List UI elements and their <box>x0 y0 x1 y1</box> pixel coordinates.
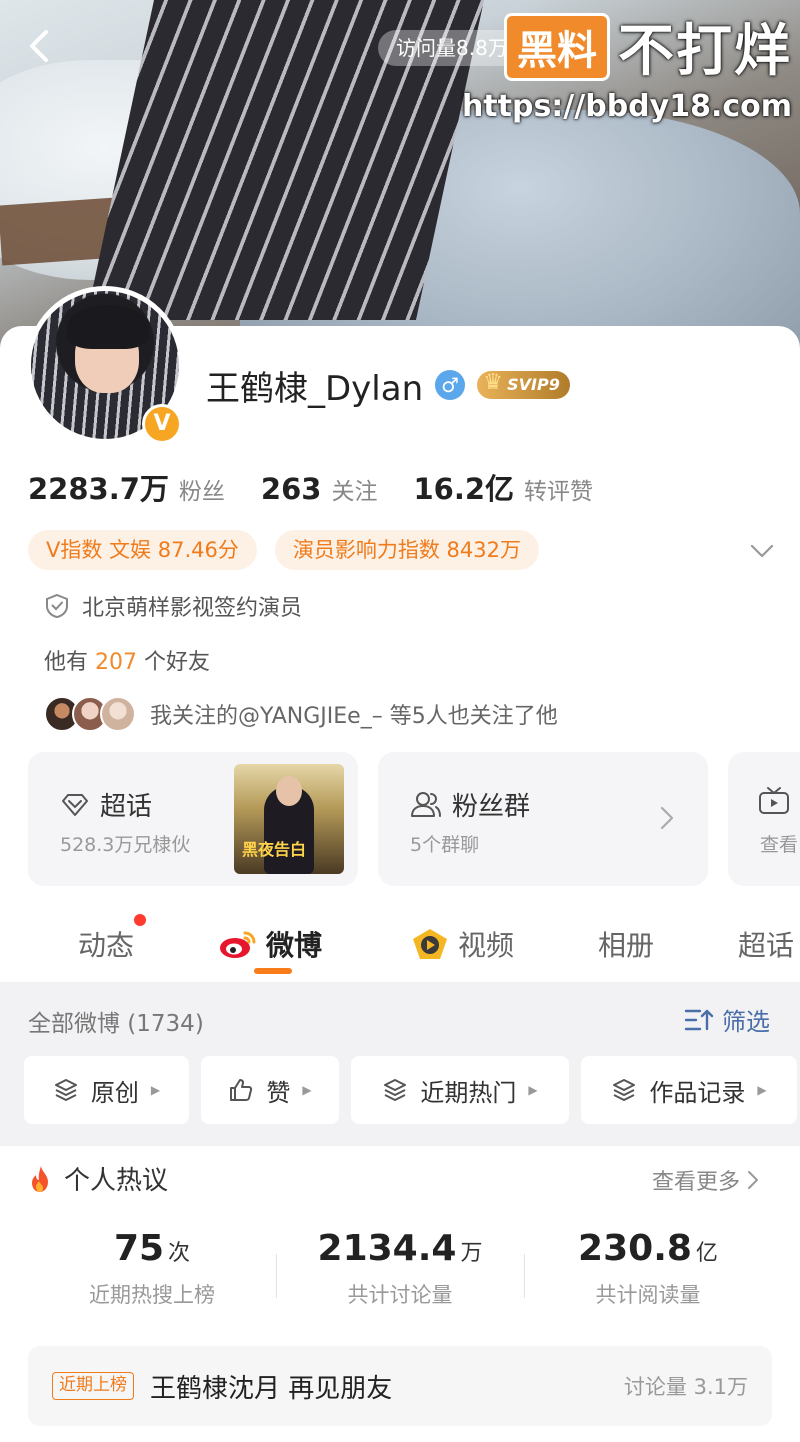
see-more-link[interactable]: 查看更多 <box>652 1164 760 1196</box>
followers-label[interactable]: 粉丝 <box>179 472 225 506</box>
name-row: 王鹤棣_Dylan ♂ SVIP9 <box>206 362 570 409</box>
tab-super-topic[interactable]: 超话 <box>738 924 794 964</box>
chevron-right-icon <box>748 1171 759 1189</box>
feature-cards: 超话 528.3万兄棣伙 黑夜告白 粉丝群 5个群聊 查看 <box>28 752 800 886</box>
triangle-right-icon: ▶ <box>757 1083 767 1097</box>
layers-icon <box>384 1079 407 1101</box>
trend-discussion-count: 讨论量 3.1万 <box>623 1375 748 1399</box>
triangle-right-icon: ▶ <box>302 1083 312 1097</box>
layers-icon <box>54 1079 77 1101</box>
tv-icon <box>759 787 789 814</box>
trend-title: 王鹤棣沈月 再见朋友 <box>150 1373 393 1404</box>
video-card[interactable]: 查看 <box>728 752 800 886</box>
trending-topic-row[interactable]: 近期上榜 王鹤棣沈月 再见朋友 讨论量 3.1万 <box>28 1346 772 1426</box>
mutual-follow-text: 我关注的@YANGJIEe_– 等5人也关注了他 <box>150 704 558 729</box>
group-icon <box>411 791 441 817</box>
feed-filter-chips: 原创 ▶ 赞 ▶ 近期热门 ▶ 作品记录 ▶ <box>24 1056 797 1124</box>
following-count[interactable]: 263 <box>261 472 322 506</box>
watermark-text: 不打烊 <box>618 19 792 84</box>
super-topic-title: 超话 <box>100 792 153 822</box>
chevron-down-icon[interactable] <box>748 536 776 564</box>
chip-recent-hot[interactable]: 近期热门 ▶ <box>351 1056 569 1124</box>
engagement-count: 16.2亿 <box>413 472 515 506</box>
metric-discussion: 2134.4 万 共计讨论量 <box>276 1228 524 1328</box>
layers-icon <box>613 1079 636 1101</box>
active-tab-indicator <box>254 968 292 974</box>
verification-text: 北京萌样影视签约演员 <box>82 596 303 621</box>
actor-influence-tag[interactable]: 演员影响力指数 8432万 <box>274 530 539 570</box>
watermark: 黑料 不打烊 https://bbdy18.com <box>462 6 792 124</box>
super-topic-thumbnail: 黑夜告白 <box>234 764 344 874</box>
discussion-metrics: 75 次 近期热搜上榜 2134.4 万 共计讨论量 230.8 亿 共计阅读量 <box>28 1228 772 1328</box>
tab-album[interactable]: 相册 <box>598 924 654 964</box>
super-topic-card[interactable]: 超话 528.3万兄棣伙 黑夜告白 <box>28 752 358 886</box>
followers-count[interactable]: 2283.7万 <box>28 466 169 508</box>
metric-hot-search: 75 次 近期热搜上榜 <box>89 1228 215 1307</box>
metric-reads: 230.8 亿 共计阅读量 <box>524 1228 772 1328</box>
all-weibo-count: 全部微博 (1734) <box>28 1011 204 1037</box>
mutual-follow-row[interactable]: 我关注的@YANGJIEe_– 等5人也关注了他 <box>44 696 558 732</box>
profile-name: 王鹤棣_Dylan <box>206 368 424 409</box>
video-play-icon <box>413 929 447 959</box>
video-card-label: 查看 <box>760 834 799 856</box>
back-icon[interactable] <box>20 26 60 66</box>
super-topic-subtitle: 528.3万兄棣伙 <box>60 834 191 856</box>
filter-icon <box>684 1009 714 1030</box>
friends-count: 207 <box>95 650 138 675</box>
chevron-right-icon <box>656 804 678 832</box>
friends-info[interactable]: 他有 207 个好友 <box>44 644 210 676</box>
male-gender-icon: ♂ <box>435 370 466 400</box>
v-index-tag[interactable]: V指数 文娱 87.46分 <box>28 530 257 570</box>
weibo-logo-icon <box>220 931 256 958</box>
watermark-url: https://bbdy18.com <box>461 89 792 124</box>
avatar <box>100 696 136 732</box>
verified-v-icon: V <box>142 404 182 444</box>
fan-group-subtitle: 5个群聊 <box>410 834 480 856</box>
watermark-badge: 黑料 <box>504 12 610 81</box>
personal-discussion-header: 个人热议 <box>28 1160 168 1197</box>
tab-dynamics[interactable]: 动态 <box>78 914 147 964</box>
svip-badge[interactable]: SVIP9 <box>477 369 570 399</box>
chip-original[interactable]: 原创 ▶ <box>24 1056 189 1124</box>
filter-button[interactable]: 筛选 <box>684 1002 770 1037</box>
verification-info: 北京萌样影视签约演员 <box>44 590 302 622</box>
shield-check-icon <box>46 593 68 619</box>
triangle-right-icon: ▶ <box>150 1083 161 1097</box>
profile-stats: 2283.7万 粉丝 263 关注 16.2亿 转评赞 <box>28 466 619 508</box>
tab-video[interactable]: 视频 <box>410 924 514 964</box>
thumbs-up-icon <box>230 1079 253 1101</box>
following-label[interactable]: 关注 <box>331 472 377 506</box>
fan-group-card[interactable]: 粉丝群 5个群聊 <box>378 752 708 886</box>
fire-icon <box>32 1165 48 1192</box>
recent-trend-badge: 近期上榜 <box>52 1372 134 1400</box>
chip-like[interactable]: 赞 ▶ <box>201 1056 339 1124</box>
profile-tags: V指数 文娱 87.46分 演员影响力指数 8432万 <box>28 530 539 570</box>
engagement-label: 转评赞 <box>524 479 594 505</box>
notification-dot <box>134 914 147 926</box>
diamond-icon <box>62 793 88 816</box>
tab-weibo[interactable]: 微博 <box>218 924 322 964</box>
mutual-avatars <box>44 696 136 732</box>
profile-tabs: 动态 微博 视频 相册 超话 <box>0 906 800 982</box>
fan-group-title: 粉丝群 <box>452 792 531 822</box>
triangle-right-icon: ▶ <box>528 1083 538 1097</box>
chip-works-record[interactable]: 作品记录 ▶ <box>581 1056 797 1124</box>
